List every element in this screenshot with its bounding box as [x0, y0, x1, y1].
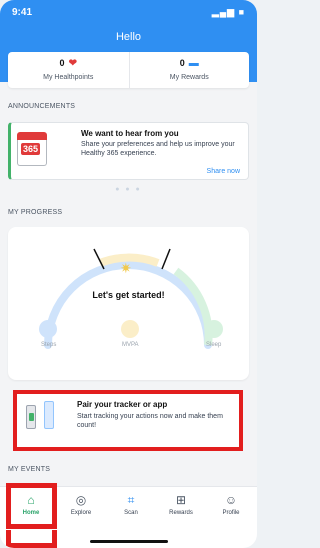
- stats-card: 0 ❤ My Healthpoints 0 ▬ My Rewards: [8, 52, 249, 88]
- tab-home[interactable]: ⌂ Home: [6, 493, 56, 523]
- tab-scan[interactable]: ⌗ Scan: [106, 493, 156, 523]
- healthpoints-stat[interactable]: 0 ❤ My Healthpoints: [8, 52, 129, 88]
- announcement-card[interactable]: 365 We want to hear from you Share your …: [8, 122, 249, 180]
- scan-icon: ⌗: [127, 493, 135, 507]
- tab-profile[interactable]: ☺ Profile: [206, 493, 256, 523]
- status-bar: 9:41 ▂▄▆ ■: [12, 7, 245, 21]
- tab-rewards-label: Rewards: [169, 510, 193, 516]
- sleep-icon: [205, 320, 223, 338]
- home-icon: ⌂: [27, 493, 35, 507]
- tab-profile-label: Profile: [222, 510, 240, 516]
- tab-explore-label: Explore: [70, 510, 92, 516]
- status-time: 9:41: [12, 7, 33, 18]
- mvpa-icon: [121, 320, 139, 338]
- profile-icon: ☺: [224, 493, 238, 507]
- sun-icon: ✷: [120, 260, 132, 276]
- rewards-value: 0: [179, 58, 185, 68]
- rewards-label: My Rewards: [169, 74, 209, 81]
- mvpa-label: MVPA: [122, 342, 139, 348]
- carousel-dots[interactable]: ● ● ●: [0, 186, 257, 193]
- announcement-text: Share your preferences and help us impro…: [81, 141, 235, 157]
- compass-icon: ◎: [75, 493, 87, 507]
- healthpoints-value: 0: [59, 58, 65, 68]
- calendar-icon: 365: [17, 132, 47, 166]
- tracker-title: Pair your tracker or app: [77, 400, 168, 409]
- tab-home-label: Home: [22, 510, 40, 516]
- tab-scan-label: Scan: [124, 510, 138, 516]
- sleep-label: Sleep: [206, 342, 222, 348]
- home-highlight-extension: [6, 530, 57, 548]
- page-title: Hello: [115, 31, 142, 43]
- watch-icon: [44, 401, 54, 429]
- progress-title: MY PROGRESS: [8, 209, 63, 216]
- ticket-icon: ▬: [188, 58, 199, 69]
- progress-arc: [44, 248, 213, 349]
- phone-icon: [26, 405, 36, 429]
- tab-rewards[interactable]: ⊞ Rewards: [156, 493, 206, 523]
- pair-tracker-card[interactable]: Pair your tracker or app Start tracking …: [13, 390, 243, 451]
- heart-icon: ❤: [68, 58, 77, 69]
- progress-card: ✷ Let's get started! Steps MVPA Sleep: [8, 227, 249, 380]
- share-now-link[interactable]: Share now: [207, 168, 240, 175]
- steps-icon: [39, 320, 57, 338]
- rewards-stat[interactable]: 0 ▬ My Rewards: [128, 52, 250, 88]
- status-icons: ▂▄▆ ■: [211, 7, 245, 17]
- gift-icon: ⊞: [175, 493, 187, 507]
- tracker-text: Start tracking your actions now and make…: [77, 413, 223, 429]
- progress-headline: Let's get started!: [92, 290, 165, 300]
- healthpoints-label: My Healthpoints: [43, 74, 94, 81]
- steps-label: Steps: [41, 342, 57, 348]
- events-title: MY EVENTS: [8, 466, 51, 473]
- calendar-number: 365: [21, 143, 41, 155]
- announcements-title: ANNOUNCEMENTS: [8, 103, 76, 110]
- tab-explore[interactable]: ◎ Explore: [56, 493, 106, 523]
- app-screen: 9:41 ▂▄▆ ■ Hello 0 ❤ My Healthpoints 0 ▬ M…: [0, 0, 257, 548]
- home-indicator: [90, 540, 168, 543]
- announcement-title: We want to hear from you: [81, 129, 179, 138]
